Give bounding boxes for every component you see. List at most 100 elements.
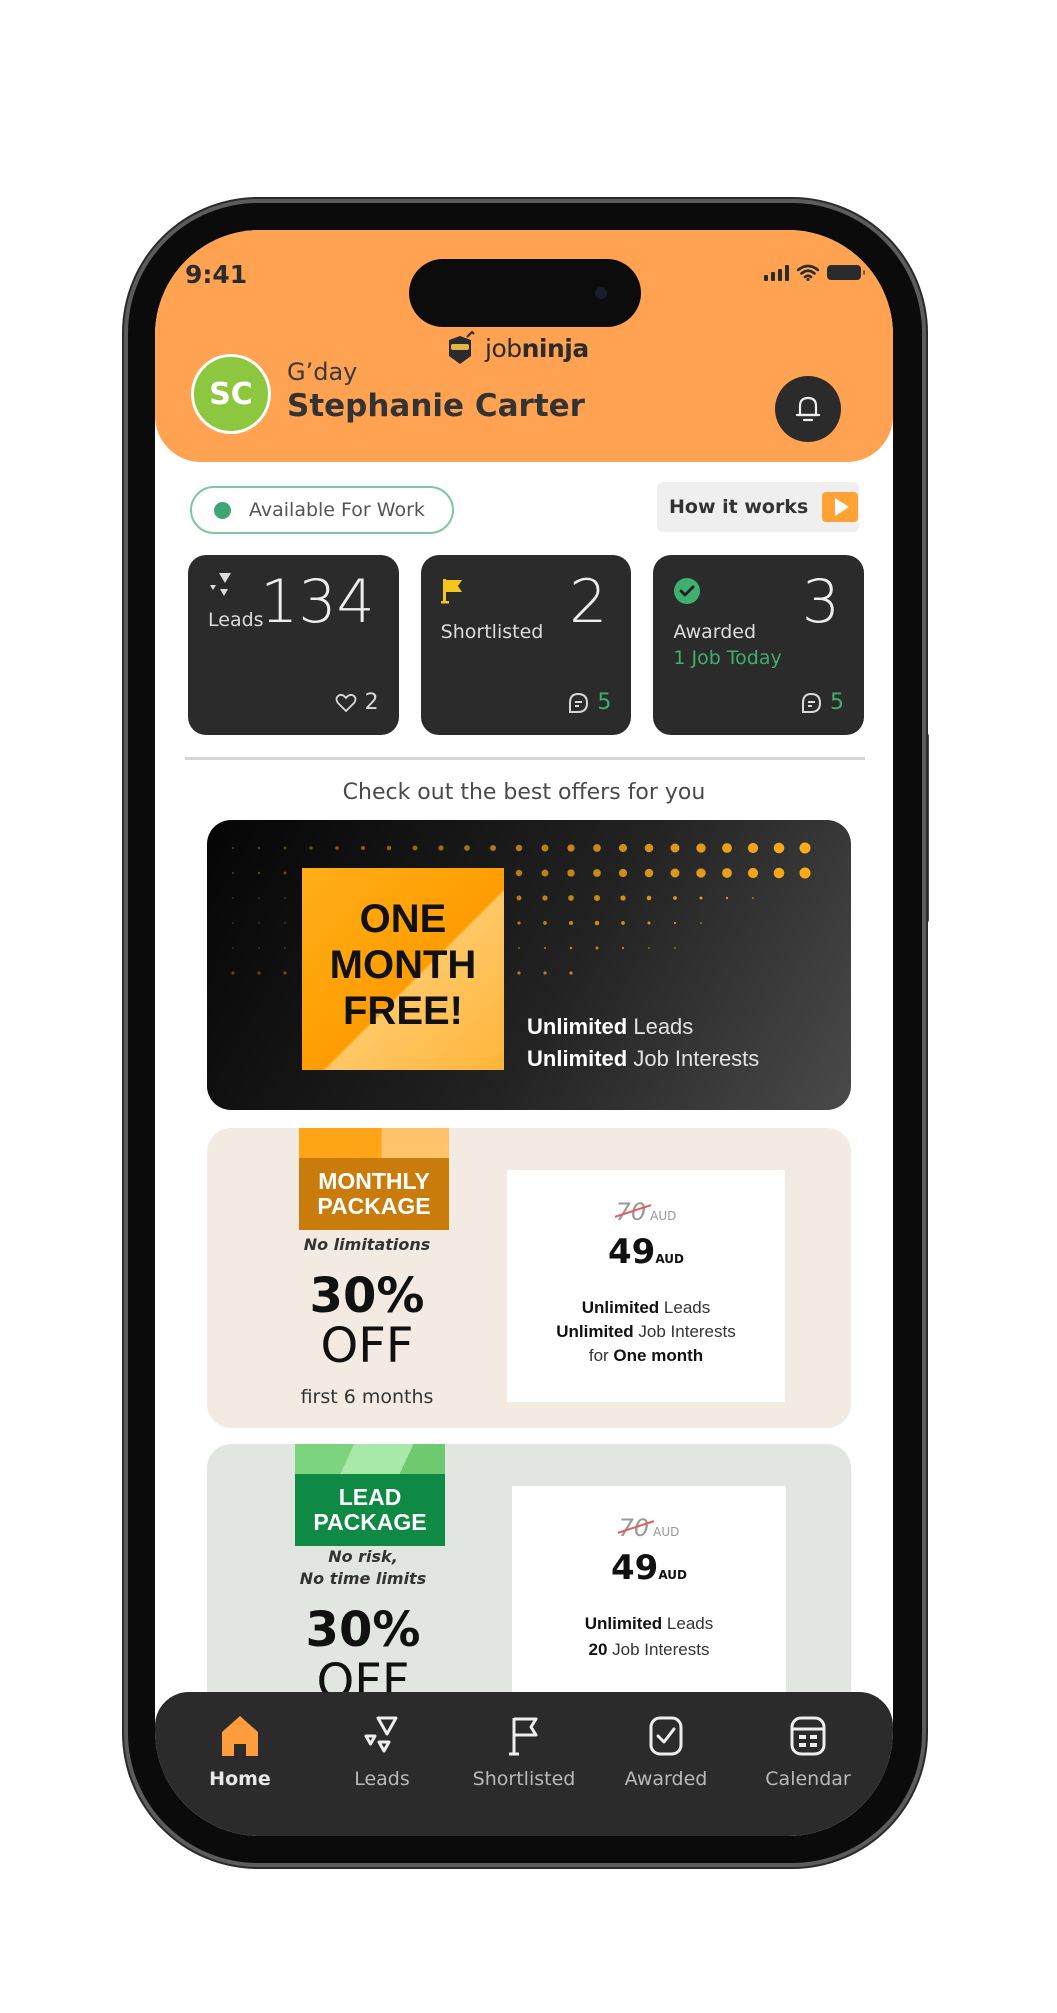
new-price-value: 49 — [608, 1232, 656, 1272]
tagline-line: No risk, — [328, 1547, 398, 1566]
decor-dot — [674, 947, 676, 949]
app-screen: 9:41 jobninja SC G’day Stephanie Carter … — [155, 230, 893, 1836]
decor-dot — [593, 894, 601, 902]
new-price-value: 49 — [611, 1548, 659, 1588]
promo-feature-bold: Unlimited — [527, 1046, 628, 1071]
feature-bold: Unlimited — [584, 1614, 663, 1633]
ninja-logo-icon — [449, 330, 475, 364]
decor-dot — [725, 896, 729, 900]
feature-bold: 20 — [588, 1640, 608, 1659]
leads-icon — [210, 573, 231, 596]
decor-dot — [412, 845, 418, 851]
decor-dot — [516, 895, 522, 901]
stat-count: 134 — [260, 567, 375, 637]
promo-feature-bold: Unlimited — [527, 1014, 628, 1039]
feature-text: Job Interests — [633, 1322, 736, 1341]
bell-icon — [795, 396, 821, 422]
decor-dot — [593, 844, 601, 852]
stat-card-leads[interactable]: Leads 134 2 — [188, 555, 399, 735]
decor-dot — [647, 921, 651, 925]
stat-count: 3 — [801, 567, 841, 637]
decor-dot — [722, 868, 732, 878]
promo-feature-text: Leads — [627, 1014, 694, 1039]
decor-dot — [232, 872, 234, 874]
avatar[interactable]: SC — [191, 354, 271, 434]
decor-dot — [646, 895, 652, 901]
decor-dot — [257, 846, 261, 850]
nav-awarded[interactable]: Awarded — [601, 1692, 731, 1836]
price-box: 70 AUD 49AUD Unlimited Leads 20 Job Inter… — [512, 1486, 786, 1718]
decor-dot — [543, 946, 547, 950]
feature-text: Job Interests — [607, 1640, 710, 1659]
promo-one-month-free[interactable]: ONE MONTH FREE! Unlimited Leads Unlimite… — [207, 820, 851, 1110]
decor-dot — [799, 867, 811, 879]
decor-dot — [752, 897, 754, 899]
nav-leads[interactable]: Leads — [317, 1692, 447, 1836]
old-price: 70 AUD — [507, 1198, 785, 1226]
decor-dot — [673, 921, 677, 925]
nav-shortlisted[interactable]: Shortlisted — [459, 1692, 589, 1836]
battery-icon — [827, 265, 865, 280]
stat-footer-value: 5 — [597, 690, 612, 715]
decor-dot — [670, 843, 680, 853]
decor-dot — [258, 947, 260, 949]
decor-dot — [284, 897, 286, 899]
currency: AUD — [658, 1568, 687, 1582]
decor-dot — [644, 868, 654, 878]
decor-dot — [568, 920, 574, 926]
decor-dot — [773, 842, 785, 854]
decor-dot — [568, 895, 574, 901]
decor-dot — [673, 896, 677, 900]
decor-dot — [543, 971, 547, 975]
decor-dot — [489, 844, 497, 852]
how-it-works-button[interactable]: How it works — [657, 482, 859, 532]
decor-dot — [567, 869, 575, 877]
package-discount: 30% — [305, 1602, 421, 1658]
package-feature: for One month — [507, 1346, 785, 1366]
promo-feature: Unlimited Leads — [527, 1014, 693, 1040]
promo-headline-line: ONE — [359, 897, 447, 941]
divider — [185, 757, 865, 760]
new-price: 49AUD — [507, 1232, 785, 1272]
decor-dot — [309, 846, 313, 850]
jobninja-logo: jobninja — [445, 330, 589, 366]
stat-card-shortlisted[interactable]: Shortlisted 2 5 — [420, 555, 632, 735]
decor-dot — [515, 869, 523, 877]
decor-dot — [594, 920, 600, 926]
stat-footer-value: 2 — [364, 690, 379, 715]
promo-feature-text: Job Interests — [627, 1046, 760, 1071]
how-it-works-label: How it works — [669, 496, 809, 518]
badge-line: PACKAGE — [313, 1509, 427, 1535]
package-card-monthly[interactable]: MONTHLY PACKAGE No limitations 30% OFF f… — [207, 1128, 851, 1428]
old-price-value: 70 — [615, 1198, 647, 1226]
nav-label: Awarded — [624, 1768, 708, 1790]
package-feature: Unlimited Job Interests — [507, 1322, 785, 1342]
heart-icon — [335, 693, 357, 712]
camera-icon — [595, 287, 607, 299]
bottom-nav: Home Leads Shortlisted Awarded Calendar — [155, 1692, 893, 1836]
old-price-value: 70 — [618, 1514, 650, 1542]
package-feature: 20 Job Interests — [512, 1640, 786, 1660]
decor-dot — [517, 971, 521, 975]
decor-dot — [700, 922, 702, 924]
package-tagline: No risk, No time limits — [207, 1546, 523, 1590]
check-square-icon — [649, 1716, 683, 1756]
decor-dot — [699, 896, 703, 900]
feature-text: for — [588, 1346, 614, 1365]
greeting: G’day — [287, 358, 358, 386]
decor-dot — [569, 971, 573, 975]
check-circle-icon — [674, 578, 701, 604]
currency: AUD — [650, 1209, 677, 1223]
flag-icon — [509, 1717, 538, 1756]
stat-card-awarded[interactable]: Awarded 1 Job Today 3 5 — [653, 555, 865, 735]
price-box: 70 AUD 49AUD Unlimited Leads Unlimited Jo… — [507, 1170, 785, 1402]
home-icon — [222, 1716, 258, 1756]
availability-toggle[interactable]: Available For Work — [190, 486, 454, 534]
old-price: 70 AUD — [512, 1514, 786, 1542]
nav-calendar[interactable]: Calendar — [743, 1692, 873, 1836]
decor-dot — [232, 922, 234, 924]
decor-dot — [283, 871, 287, 875]
new-price: 49AUD — [512, 1548, 786, 1588]
nav-home[interactable]: Home — [175, 1692, 305, 1836]
notifications-button[interactable] — [775, 376, 841, 442]
